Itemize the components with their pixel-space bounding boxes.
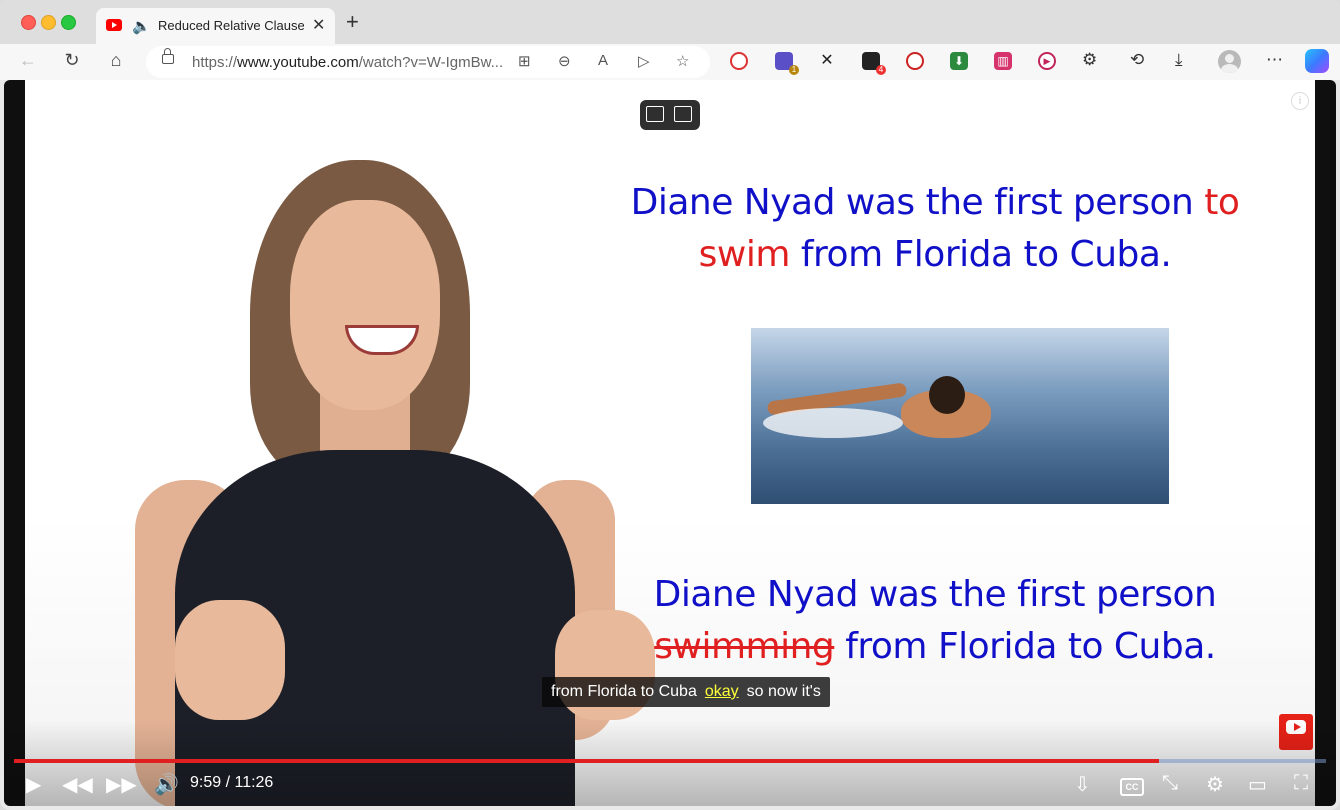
url-text[interactable]: https://www.youtube.com/watch?v=W-IgmBw.… — [192, 54, 503, 71]
caption-box: from Florida to Cuba okay so now it's — [542, 677, 830, 707]
reload-icon[interactable]: ↻ — [60, 50, 84, 71]
browser-toolbar: ← ↻ ⌂ https://www.youtube.com/watch?v=W-… — [0, 44, 1340, 80]
new-tab-button[interactable]: + — [346, 11, 359, 33]
time-display: 9:59 / 11:26 — [190, 774, 274, 791]
close-window-button[interactable] — [21, 15, 36, 30]
lock-icon[interactable] — [162, 48, 174, 64]
slide-sentence-1-line-1: Diane Nyad was the first person to — [585, 182, 1285, 223]
extension-record-icon[interactable] — [906, 52, 924, 70]
video-enhance-icon[interactable] — [674, 106, 692, 122]
back-arrow-icon[interactable]: ← — [16, 50, 40, 71]
caption-highlight: okay — [704, 683, 739, 700]
next-icon[interactable]: ▶▶ — [106, 772, 137, 797]
extension-play-icon[interactable]: ▶ — [1038, 52, 1056, 70]
settings-gear-icon[interactable]: ⚙ — [1206, 772, 1224, 797]
swimmer-photo — [751, 328, 1169, 504]
caption-before: from Florida to Cuba — [551, 683, 697, 700]
video-play-icon[interactable]: ▷ — [638, 52, 650, 70]
slide-sentence-1-line-2: swim from Florida to Cuba. — [585, 234, 1285, 275]
autoplay-settings-icon[interactable]: ⇩ — [1074, 772, 1091, 797]
history-icon[interactable]: ⟲ — [1130, 50, 1144, 70]
extension-badge: 1 — [789, 65, 799, 75]
extension-dark-icon[interactable]: 4 — [862, 52, 886, 75]
speaker-icon[interactable]: 🔈 — [132, 17, 151, 35]
slide-sentence-2-line-2: swimming from Florida to Cuba. — [585, 626, 1285, 667]
address-bar[interactable]: https://www.youtube.com/watch?v=W-IgmBw.… — [146, 46, 710, 78]
sentence2-struck-word: swimming — [654, 626, 835, 667]
exit-pip-icon[interactable] — [646, 106, 664, 122]
miniplayer-collapse-icon[interactable]: ⤡ — [1162, 772, 1178, 795]
minimize-window-button[interactable] — [41, 15, 56, 30]
extension-download-icon[interactable]: ⬇ — [950, 52, 968, 70]
sentence1-red-swim: swim — [698, 234, 791, 275]
pip-controls — [640, 100, 700, 130]
downloads-icon[interactable]: ⤓ — [1175, 50, 1183, 70]
sentence1-start: Diane Nyad was the first person — [630, 182, 1194, 223]
slide-sentence-2-line-1: Diane Nyad was the first person — [585, 574, 1285, 615]
extension-puzzle-piece-icon[interactable]: 1 — [775, 52, 799, 75]
browser-window: 🔈 Reduced Relative Clauses ✕ + ← ↻ ⌂ htt… — [0, 0, 1340, 810]
tab-close-icon[interactable]: ✕ — [312, 15, 325, 35]
favorite-star-icon[interactable]: ☆ — [676, 52, 689, 70]
page-content: i Diane Nyad was the first person to swi… — [4, 80, 1336, 806]
tab-youtube[interactable]: 🔈 Reduced Relative Clauses ✕ — [96, 8, 335, 44]
tab-title: Reduced Relative Clauses — [158, 18, 304, 33]
video-frame[interactable]: i Diane Nyad was the first person to swi… — [25, 80, 1315, 806]
previous-icon[interactable]: ◀◀ — [62, 772, 93, 797]
extension-board-icon[interactable]: ▥ — [994, 52, 1012, 70]
zoom-window-button[interactable] — [61, 15, 76, 30]
sentence2-start: Diane Nyad was the first person — [653, 574, 1217, 615]
url-path: /watch?v=W-IgmBw... — [358, 54, 504, 71]
volume-icon[interactable]: 🔊 — [154, 772, 179, 797]
extension-badge: 4 — [876, 65, 886, 75]
sentence1-red-to: to — [1204, 182, 1240, 223]
caption-after: so now it's — [746, 683, 821, 700]
more-menu-icon[interactable]: ⋯ — [1266, 50, 1283, 70]
theater-mode-icon[interactable]: ▭ — [1248, 772, 1267, 797]
url-domain: www.youtube.com — [237, 54, 359, 71]
url-prefix: https:// — [192, 54, 238, 71]
progress-played — [14, 759, 1160, 763]
subtitles-cc-button[interactable]: CC — [1120, 778, 1144, 796]
profile-avatar[interactable] — [1218, 50, 1241, 73]
home-icon[interactable]: ⌂ — [104, 50, 128, 71]
copilot-icon[interactable] — [1305, 49, 1329, 73]
progress-bar[interactable] — [14, 759, 1326, 763]
apps-grid-icon[interactable]: ⊞ — [518, 52, 531, 70]
read-aloud-icon[interactable]: A — [598, 52, 608, 69]
sentence2-end: from Florida to Cuba. — [845, 626, 1216, 667]
extensions-puzzle-icon[interactable]: ⚙ — [1082, 50, 1097, 70]
tab-strip: 🔈 Reduced Relative Clauses ✕ + — [0, 0, 1340, 44]
extension-search-icon[interactable] — [730, 52, 748, 70]
info-icon[interactable]: i — [1291, 92, 1309, 110]
sentence1-end: from Florida to Cuba. — [800, 234, 1172, 275]
fullscreen-exit-icon[interactable]: ⛶ — [1294, 772, 1308, 795]
play-icon[interactable]: ▶ — [26, 772, 41, 797]
zoom-out-icon[interactable]: ⊖ — [558, 52, 571, 70]
youtube-favicon-icon — [106, 19, 122, 31]
extension-sparkle-icon[interactable]: ✕ — [818, 52, 836, 70]
